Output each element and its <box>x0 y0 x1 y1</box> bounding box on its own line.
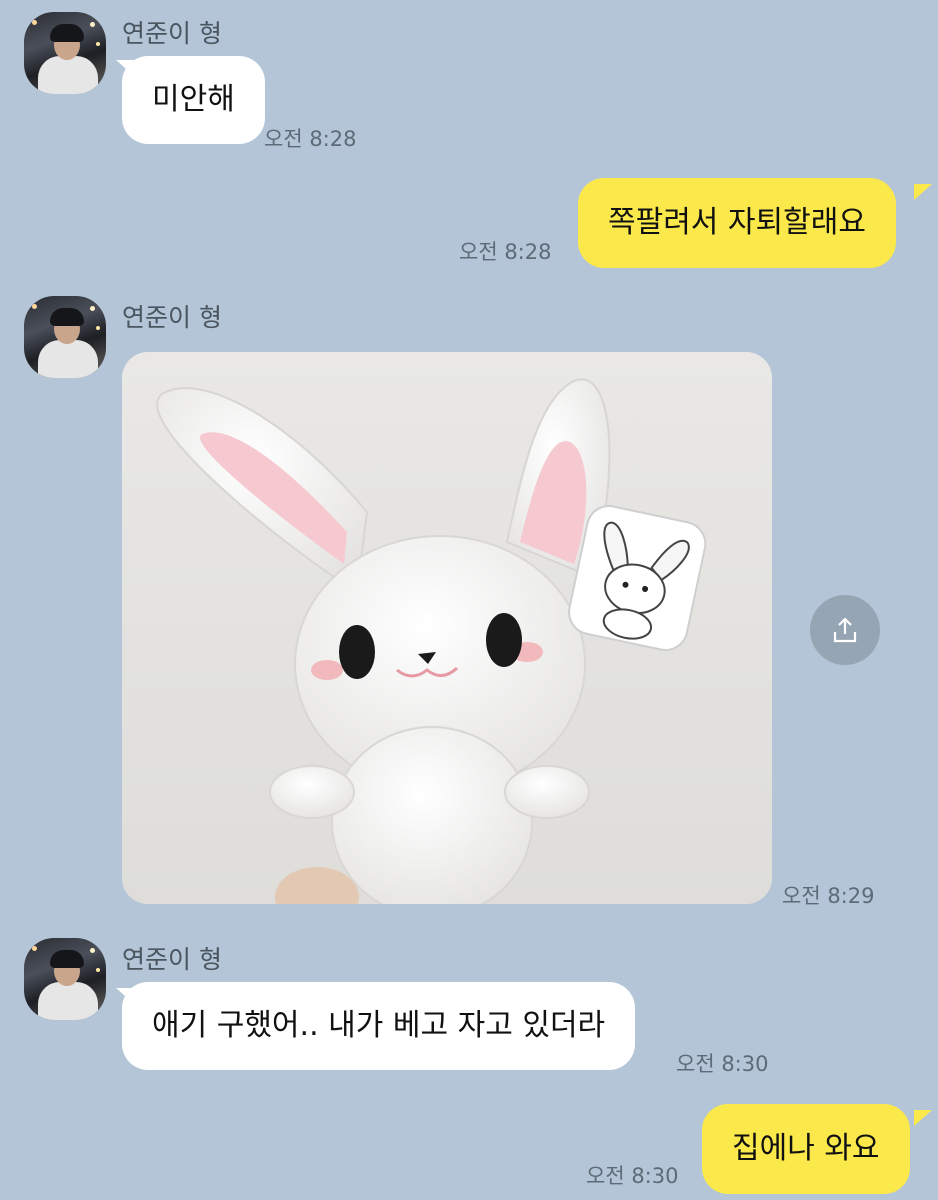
avatar[interactable] <box>24 938 106 1020</box>
message-bubble[interactable]: 미안해 <box>122 56 265 144</box>
message-bubble[interactable]: 애기 구했어.. 내가 베고 자고 있더라 <box>122 982 636 1070</box>
share-button[interactable] <box>810 595 880 665</box>
message-bubble[interactable]: 쪽팔려서 자퇴할래요 <box>578 178 896 268</box>
message-time: 오전 8:28 <box>264 127 357 151</box>
bubble-tail <box>914 184 932 200</box>
bubble-tail <box>914 1110 932 1126</box>
message-time: 오전 8:28 <box>459 240 552 264</box>
avatar[interactable] <box>24 12 106 94</box>
sender-name: 연준이 형 <box>122 303 222 332</box>
share-icon <box>833 617 857 643</box>
message-bubble[interactable]: 집에나 와요 <box>702 1104 910 1194</box>
message-time: 오전 8:30 <box>676 1052 769 1076</box>
message-time: 오전 8:30 <box>586 1164 679 1188</box>
sender-name: 연준이 형 <box>122 19 222 48</box>
photo-message[interactable] <box>122 352 772 904</box>
sender-name: 연준이 형 <box>122 945 222 974</box>
message-time: 오전 8:29 <box>782 884 875 908</box>
avatar[interactable] <box>24 296 106 378</box>
plush-toy-image <box>122 352 772 904</box>
